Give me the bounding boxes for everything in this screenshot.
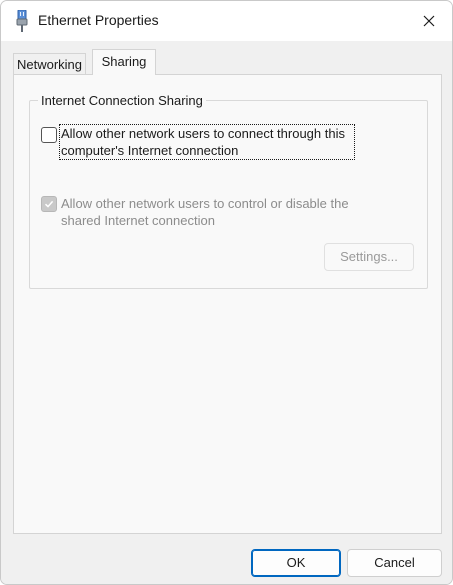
ethernet-plug-icon	[15, 9, 29, 32]
allow-connect-checkbox[interactable]	[41, 127, 57, 143]
allow-connect-label[interactable]: Allow other network users to connect thr…	[59, 124, 355, 160]
close-icon	[423, 15, 435, 27]
close-button[interactable]	[406, 1, 452, 41]
checkmark-icon	[44, 200, 54, 208]
ok-button[interactable]: OK	[251, 549, 341, 577]
dialog-content: Networking Sharing Internet Connection S…	[1, 41, 452, 584]
ethernet-properties-dialog: Ethernet Properties Networking Sharing I…	[0, 0, 453, 585]
sharing-tab-panel: Internet Connection Sharing Allow other …	[13, 74, 442, 534]
window-title: Ethernet Properties	[38, 12, 159, 28]
settings-button[interactable]: Settings...	[324, 243, 414, 271]
tab-sharing[interactable]: Sharing	[92, 49, 156, 75]
tab-networking[interactable]: Networking	[13, 53, 86, 75]
allow-control-checkbox[interactable]	[41, 196, 57, 212]
cancel-button[interactable]: Cancel	[347, 549, 442, 577]
ics-group-label: Internet Connection Sharing	[38, 93, 206, 108]
allow-control-label[interactable]: Allow other network users to control or …	[61, 195, 361, 229]
title-bar[interactable]: Ethernet Properties	[1, 1, 452, 41]
